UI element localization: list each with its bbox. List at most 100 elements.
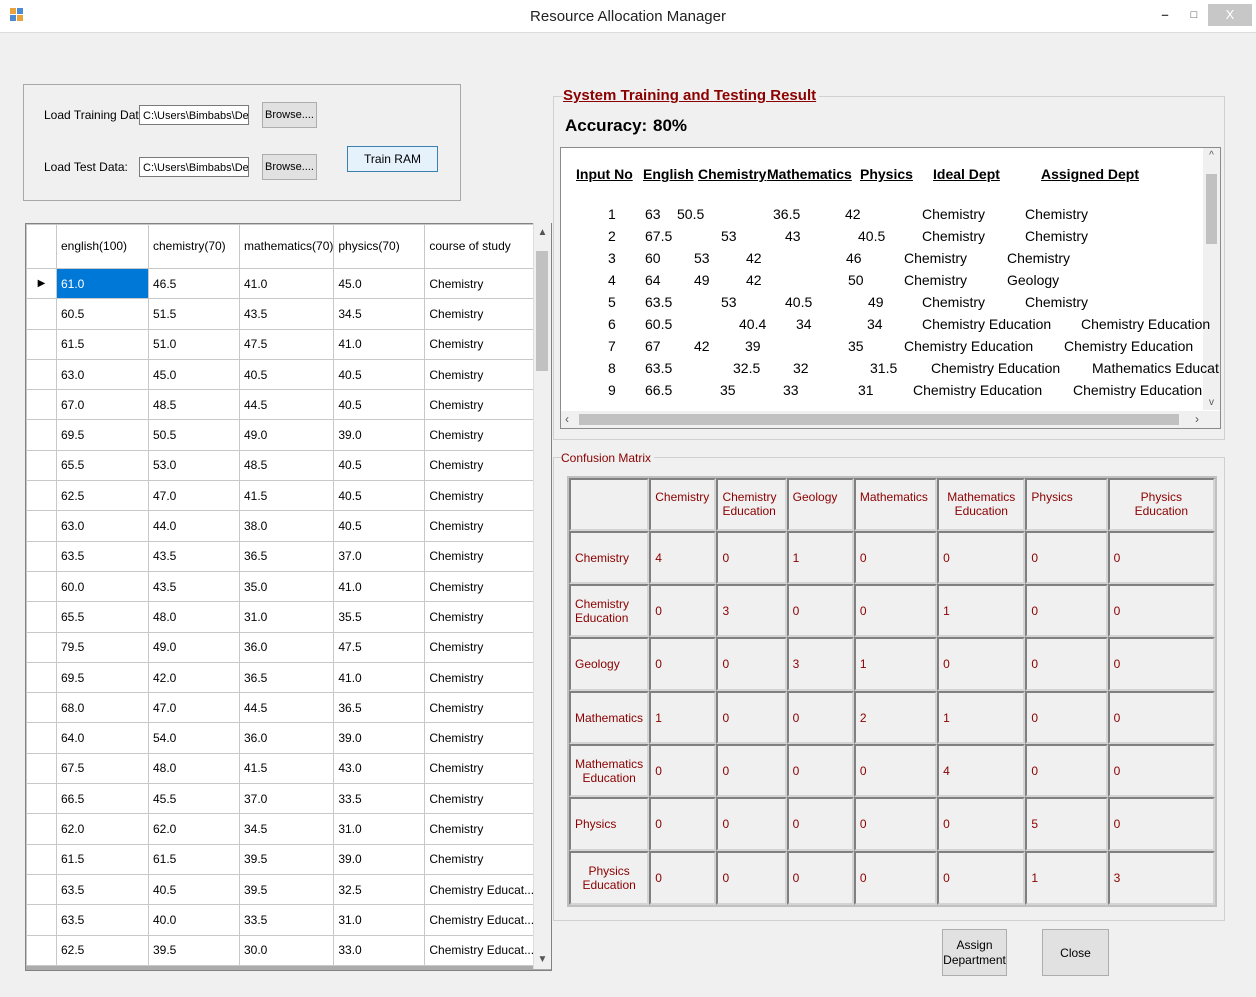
table-row[interactable]: 60.0 43.5 35.0 41.0 Chemistry [26,570,536,603]
scroll-thumb[interactable] [536,251,548,371]
grid-cell[interactable]: Chemistry [424,631,536,663]
grid-cell[interactable]: 47.0 [148,692,240,724]
grid-cell[interactable]: 43.5 [148,540,240,572]
grid-cell[interactable]: Chemistry [424,601,536,633]
grid-cell[interactable]: 33.5 [238,904,335,936]
column-header[interactable]: mathematics(70) [238,224,335,269]
table-row[interactable]: 63.0 45.0 40.5 40.5 Chemistry [26,358,536,391]
test-path-field[interactable]: C:\Users\Bimbabs\Desk [139,157,249,177]
grid-cell[interactable]: 40.5 [333,449,426,482]
grid-cell[interactable]: 67.5 [56,752,149,785]
grid-cell[interactable]: 36.0 [238,631,335,663]
grid-cell[interactable]: 67.0 [56,389,149,421]
grid-cell[interactable]: 43.5 [238,298,335,330]
grid-cell[interactable]: 60.0 [56,570,149,603]
grid-cell[interactable]: Chemistry [424,843,536,875]
table-row[interactable]: 69.5 50.5 49.0 39.0 Chemistry [26,419,536,451]
grid-cell[interactable]: 36.5 [238,661,335,694]
row-header[interactable] [26,419,57,451]
row-header[interactable] [26,358,57,391]
grid-cell[interactable]: Chemistry [424,267,536,300]
results-horizontal-scrollbar[interactable]: ‹ › [561,411,1203,428]
scroll-up-icon[interactable]: ▲ [534,227,551,238]
grid-cell[interactable]: Chemistry [424,328,536,360]
grid-cell[interactable]: Chemistry Educat... [424,934,536,966]
grid-cell[interactable]: 42.0 [148,661,240,694]
grid-cell[interactable]: 41.0 [333,661,426,694]
grid-cell[interactable]: 44.5 [238,389,335,421]
table-row[interactable]: ▶ 61.0 46.5 41.0 45.0 Chemistry [26,267,536,300]
row-header[interactable] [26,722,57,754]
grid-cell[interactable]: 61.5 [148,843,240,875]
grid-cell[interactable]: 40.0 [148,904,240,936]
current-row-indicator-icon[interactable]: ▶ [26,267,57,300]
grid-cell[interactable]: 43.0 [333,752,426,785]
grid-cell[interactable]: 48.5 [148,389,240,421]
grid-cell[interactable]: 36.5 [333,692,426,724]
grid-cell[interactable]: 40.5 [333,358,426,391]
grid-cell[interactable]: 30.0 [238,934,335,966]
row-header[interactable] [26,661,57,694]
grid-cell[interactable]: 48.5 [238,449,335,482]
grid-cell[interactable]: 47.5 [333,631,426,663]
row-header[interactable] [26,510,57,542]
table-row[interactable]: 67.0 48.5 44.5 40.5 Chemistry [26,389,536,421]
assign-department-button[interactable]: Assign Department [942,929,1007,976]
grid-cell[interactable]: Chemistry [424,783,536,815]
table-row[interactable]: 60.5 51.5 43.5 34.5 Chemistry [26,298,536,330]
grid-cell[interactable]: 44.0 [148,510,240,542]
results-scroll-left-icon[interactable]: ‹ [565,412,569,426]
grid-cell[interactable]: Chemistry [424,419,536,451]
table-row[interactable]: 61.5 51.0 47.5 41.0 Chemistry [26,328,536,360]
grid-cell[interactable]: 45.0 [333,267,426,300]
grid-cell[interactable]: Chemistry [424,540,536,572]
row-header[interactable] [26,813,57,845]
grid-cell[interactable]: 54.0 [148,722,240,754]
grid-cell[interactable]: 41.5 [238,752,335,785]
table-row[interactable]: 65.5 48.0 31.0 35.5 Chemistry [26,601,536,633]
table-row[interactable]: 69.5 42.0 36.5 41.0 Chemistry [26,661,536,694]
grid-cell[interactable]: 68.0 [56,692,149,724]
grid-cell[interactable]: 40.5 [238,358,335,391]
results-scroll-thumb[interactable] [1206,174,1217,244]
row-header[interactable] [26,873,57,906]
browse-test-button[interactable]: Browse.... [262,154,317,180]
grid-cell[interactable]: 48.0 [148,752,240,785]
table-row[interactable]: 63.0 44.0 38.0 40.5 Chemistry [26,510,536,542]
results-textbox[interactable]: ^ v ‹ › Input No English Chemistry Mathemat… [560,147,1221,429]
grid-cell[interactable]: Chemistry [424,722,536,754]
close-window-button[interactable]: X [1208,4,1252,26]
results-scroll-down-icon[interactable]: v [1203,397,1220,408]
grid-cell[interactable]: Chemistry [424,298,536,330]
grid-cell[interactable]: Chemistry [424,449,536,482]
grid-cell[interactable]: 37.0 [333,540,426,572]
grid-cell[interactable]: 39.5 [148,934,240,966]
grid-cell[interactable]: 47.5 [238,328,335,360]
grid-cell[interactable]: 39.5 [238,843,335,875]
grid-cell[interactable]: 49.0 [238,419,335,451]
grid-cell[interactable]: Chemistry [424,480,536,512]
grid-cell[interactable]: 33.5 [333,783,426,815]
grid-cell[interactable]: 41.0 [333,328,426,360]
row-header[interactable] [26,904,57,936]
grid-cell[interactable]: 53.0 [148,449,240,482]
grid-cell[interactable]: 66.5 [56,783,149,815]
training-data-grid[interactable]: english(100) chemistry(70) mathematics(70)… [25,223,552,971]
row-header[interactable] [26,480,57,512]
table-row[interactable]: 62.0 62.0 34.5 31.0 Chemistry [26,813,536,845]
column-header[interactable]: english(100) [56,224,149,269]
table-row[interactable]: 68.0 47.0 44.5 36.5 Chemistry [26,692,536,724]
grid-cell[interactable]: 39.0 [333,722,426,754]
results-hscroll-thumb[interactable] [579,414,1179,425]
grid-cell[interactable]: 60.5 [56,298,149,330]
grid-cell[interactable]: 40.5 [333,389,426,421]
grid-cell[interactable]: 47.0 [148,480,240,512]
table-row[interactable]: 65.5 53.0 48.5 40.5 Chemistry [26,449,536,482]
table-row[interactable]: 66.5 45.5 37.0 33.5 Chemistry [26,783,536,815]
grid-cell[interactable]: 32.5 [333,873,426,906]
grid-cell[interactable]: 41.5 [238,480,335,512]
grid-cell[interactable]: 45.5 [148,783,240,815]
grid-cell[interactable]: 40.5 [333,480,426,512]
row-header[interactable] [26,752,57,785]
grid-cell[interactable]: 51.0 [148,328,240,360]
